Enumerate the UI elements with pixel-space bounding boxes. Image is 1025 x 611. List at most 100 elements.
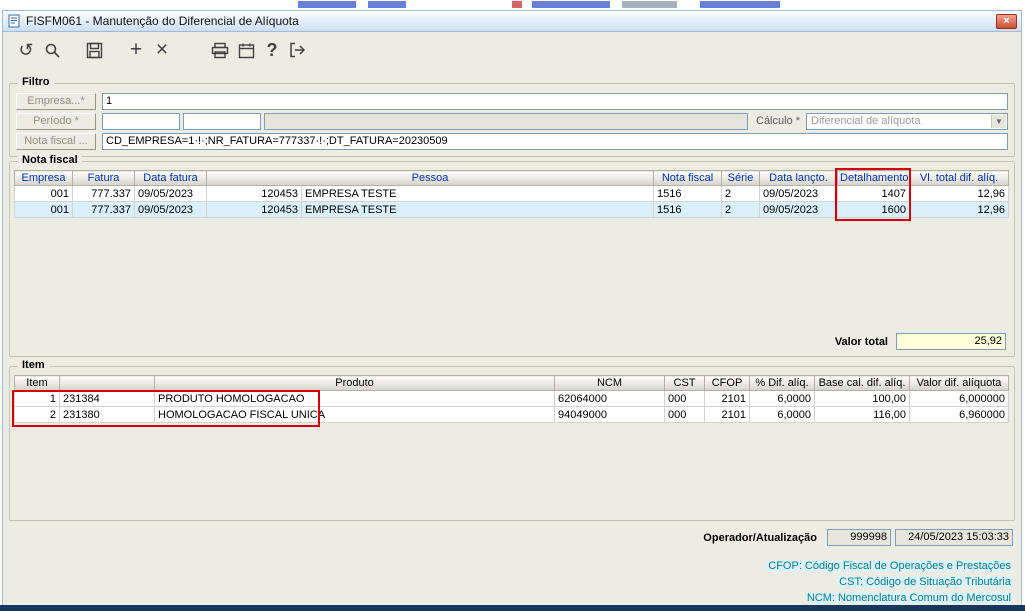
table-row-selected[interactable]: 001 777.337 09/05/2023 120453 EMPRESA TE… (14, 201, 1010, 218)
cell-serie[interactable]: 2 (721, 201, 761, 218)
cell-ncm[interactable]: 94049000 (554, 406, 665, 423)
cell-base-calc[interactable]: 100,00 (814, 390, 910, 407)
cell-item[interactable]: 2 (14, 406, 60, 423)
calendar-button[interactable] (233, 37, 259, 63)
background-page-fragment (298, 1, 356, 8)
exit-button[interactable] (285, 37, 311, 63)
empresa-button[interactable]: Empresa...* (16, 92, 96, 110)
save-button[interactable] (81, 37, 107, 63)
save-icon (86, 42, 103, 59)
col-header-ncm: NCM (554, 375, 665, 391)
cell-fatura[interactable]: 777.337 (72, 201, 135, 218)
cell-empresa[interactable]: 001 (14, 201, 73, 218)
undo-button[interactable]: ↺ (13, 37, 39, 63)
cell-produto[interactable]: HOMOLOGACAO FISCAL UNICA (154, 406, 555, 423)
col-header-fatura: Fatura (72, 170, 135, 186)
cell-codigo[interactable]: 231380 (59, 406, 155, 423)
cell-empresa[interactable]: 001 (14, 185, 73, 202)
nota-fiscal-filter-field[interactable]: CD_EMPRESA=1·!·;NR_FATURA=777337·!·;DT_F… (102, 132, 1008, 150)
cell-ncm[interactable]: 62064000 (554, 390, 665, 407)
filtro-legend: Filtro (18, 76, 54, 88)
table-row[interactable]: 001 777.337 09/05/2023 120453 EMPRESA TE… (14, 185, 1010, 202)
cell-data-fatura[interactable]: 09/05/2023 (134, 201, 207, 218)
app-window: FISFM061 - Manutenção do Diferencial de … (2, 10, 1022, 606)
note-cst: CST: Código de Situação Tributária (837, 576, 1013, 588)
cell-pessoa-nome[interactable]: EMPRESA TESTE (300, 185, 655, 202)
screen: FISFM061 - Manutenção do Diferencial de … (0, 0, 1025, 611)
background-page-fragment (532, 1, 610, 8)
cell-fatura[interactable]: 777.337 (72, 185, 135, 202)
calculo-label: Cálculo * (756, 115, 801, 127)
abbreviation-notes: CFOP: Código Fiscal de Operações e Prest… (766, 558, 1013, 606)
close-button[interactable]: × (996, 13, 1017, 29)
cell-produto[interactable]: PRODUTO HOMOLOGACAO (154, 390, 555, 407)
col-header-vl-total: Vl. total dif. alíq. (909, 170, 1010, 186)
periodo-extra-field (264, 112, 748, 130)
calculo-value: Diferencial de alíquota (811, 114, 921, 127)
periodo-start-field[interactable] (102, 112, 180, 130)
atualizacao-field: 24/05/2023 15:03:33 (895, 529, 1013, 546)
operador-label: Operador/Atualização (703, 531, 817, 544)
col-header-produto: Produto (154, 375, 555, 391)
search-icon (44, 42, 61, 59)
cell-nota-fiscal[interactable]: 1516 (653, 201, 723, 218)
search-button[interactable] (39, 37, 65, 63)
background-bottom-strip (0, 605, 1025, 611)
cell-pessoa-codigo[interactable]: 120453 (206, 201, 302, 218)
cell-cfop[interactable]: 2101 (704, 406, 750, 423)
cell-valor-dif[interactable]: 6,960000 (909, 406, 1009, 423)
cell-vl-total[interactable]: 12,96 (909, 201, 1010, 218)
operador-field: 999998 (827, 529, 891, 546)
add-button[interactable]: + (123, 37, 149, 63)
chevron-down-icon[interactable]: ▼ (991, 114, 1006, 128)
cell-detalhamento[interactable]: 1407 (837, 185, 911, 202)
print-icon (211, 42, 229, 59)
delete-button[interactable]: × (149, 37, 175, 63)
cell-codigo[interactable]: 231384 (59, 390, 155, 407)
background-page-fragment (700, 1, 780, 8)
table-row[interactable]: 1 231384 PRODUTO HOMOLOGACAO 62064000 00… (14, 390, 1009, 407)
empresa-field[interactable]: 1 (102, 92, 1008, 110)
note-ncm: NCM: Nomenclatura Comum do Mercosul (804, 592, 1013, 604)
titlebar[interactable]: FISFM061 - Manutenção do Diferencial de … (3, 11, 1021, 32)
calculo-select[interactable]: Diferencial de alíquota ▼ (806, 112, 1008, 130)
cell-detalhamento[interactable]: 1600 (837, 201, 911, 218)
valor-total-field: 25,92 (896, 333, 1006, 350)
col-header-detalhamento: Detalhamento (837, 170, 911, 186)
col-header-item: Item (14, 375, 60, 391)
window-title: FISFM061 - Manutenção do Diferencial de … (26, 14, 299, 28)
periodo-end-field[interactable] (183, 112, 261, 130)
cell-nota-fiscal[interactable]: 1516 (653, 185, 723, 202)
item-table: Item Produto NCM CST CFOP % Dif. alíq. B… (14, 375, 1009, 423)
nota-fiscal-button[interactable]: Nota fiscal ... (16, 132, 96, 150)
cell-pessoa-codigo[interactable]: 120453 (206, 185, 302, 202)
cell-base-calc[interactable]: 116,00 (814, 406, 910, 423)
undo-icon: ↺ (18, 40, 34, 60)
col-header-cfop: CFOP (704, 375, 750, 391)
cell-cfop[interactable]: 2101 (704, 390, 750, 407)
col-header-data-lancto: Data lançto. (759, 170, 839, 186)
cell-vl-total[interactable]: 12,96 (909, 185, 1010, 202)
col-header-serie: Série (721, 170, 761, 186)
cell-serie[interactable]: 2 (721, 185, 761, 202)
cell-data-lancto[interactable]: 09/05/2023 (759, 185, 839, 202)
item-table-wrap: Item Produto NCM CST CFOP % Dif. alíq. B… (12, 375, 1010, 427)
cell-valor-dif[interactable]: 6,000000 (909, 390, 1009, 407)
col-header-base-calc: Base cal. dif. alíq. (814, 375, 910, 391)
cell-perc-dif[interactable]: 6,0000 (749, 390, 815, 407)
cell-cst[interactable]: 000 (664, 390, 705, 407)
window-icon (7, 14, 21, 28)
cell-item[interactable]: 1 (14, 390, 60, 407)
calendar-icon (238, 42, 255, 59)
cell-perc-dif[interactable]: 6,0000 (749, 406, 815, 423)
col-header-empresa: Empresa (14, 170, 73, 186)
cell-cst[interactable]: 000 (664, 406, 705, 423)
cell-pessoa-nome[interactable]: EMPRESA TESTE (300, 201, 655, 218)
periodo-button[interactable]: Período * (16, 112, 96, 130)
table-row[interactable]: 2 231380 HOMOLOGACAO FISCAL UNICA 940490… (14, 406, 1009, 423)
cell-data-lancto[interactable]: 09/05/2023 (759, 201, 839, 218)
help-button[interactable]: ? (259, 37, 285, 63)
cell-data-fatura[interactable]: 09/05/2023 (134, 185, 207, 202)
print-button[interactable] (207, 37, 233, 63)
item-group: Item Item Produto NCM CST CFOP % Dif. al… (9, 359, 1015, 521)
